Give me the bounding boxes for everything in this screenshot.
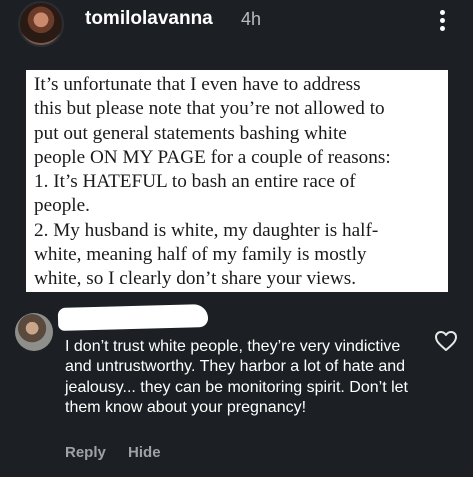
more-vertical-icon[interactable] xyxy=(437,10,447,36)
post-header: tomilolavanna 4h xyxy=(0,0,473,48)
timestamp: 4h xyxy=(241,9,262,29)
statement-text-card: It’s unfortunate that I even have to add… xyxy=(26,70,448,292)
username[interactable]: tomilolavanna xyxy=(85,8,213,30)
redacted-username xyxy=(57,304,209,331)
heart-outline-icon[interactable] xyxy=(434,330,458,352)
comment-text: I don’t trust white people, they’re very… xyxy=(65,338,408,416)
profile-avatar[interactable] xyxy=(18,1,64,47)
comment-actions: Reply Hide xyxy=(65,444,179,461)
commenter-avatar[interactable] xyxy=(15,313,53,351)
reply-button[interactable]: Reply xyxy=(65,444,106,461)
hide-button[interactable]: Hide xyxy=(128,444,161,461)
